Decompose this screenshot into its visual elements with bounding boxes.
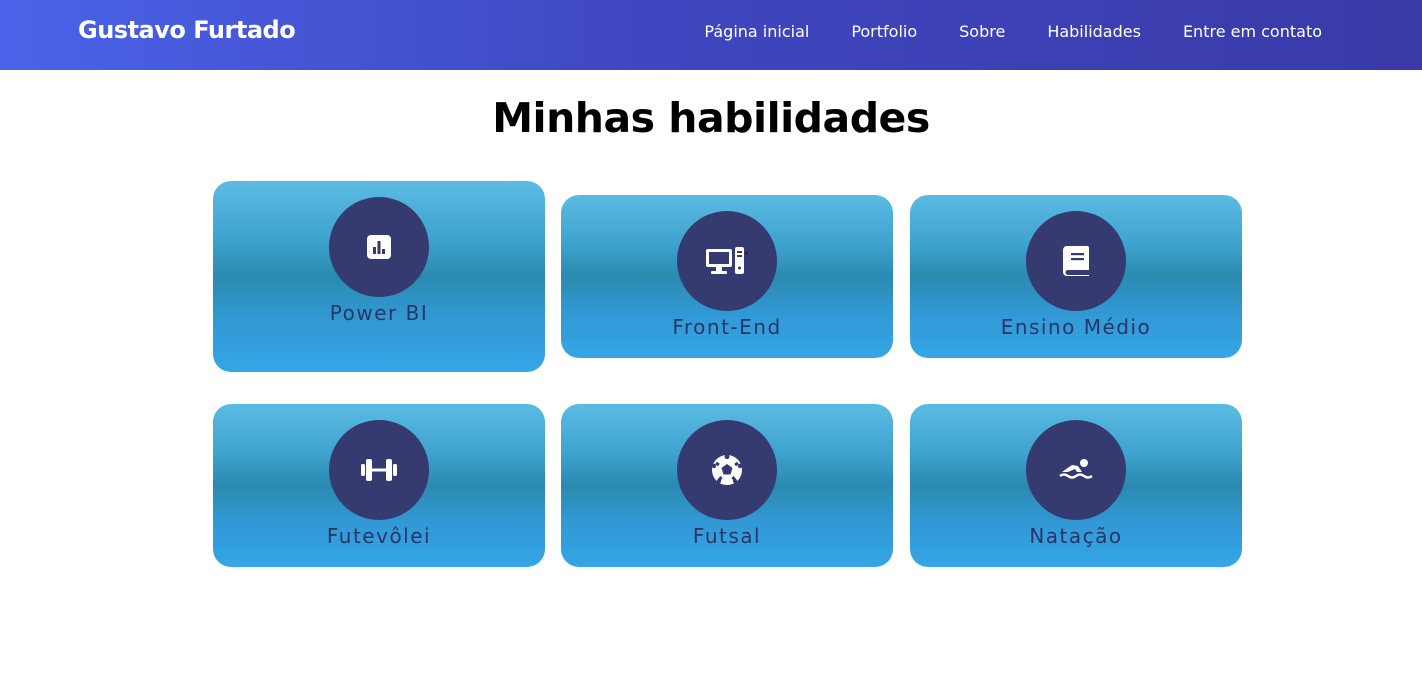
skill-card-power-bi[interactable]: Power BI <box>213 181 545 372</box>
skill-icon-circle <box>1026 211 1126 311</box>
nav-link-about[interactable]: Sobre <box>959 22 1005 41</box>
skill-card-front-end[interactable]: Front-End <box>561 195 893 358</box>
skill-label: Futsal <box>692 524 762 548</box>
chart-icon <box>367 235 391 259</box>
soccer-ball-icon <box>711 454 743 485</box>
skill-icon-circle <box>1026 420 1126 520</box>
nav-link-contact[interactable]: Entre em contato <box>1183 22 1322 41</box>
nav-link-home[interactable]: Página inicial <box>704 22 809 41</box>
skill-card-natacao[interactable]: Natação <box>910 404 1242 567</box>
nav-link-skills[interactable]: Habilidades <box>1047 22 1141 41</box>
page-title: Minhas habilidades <box>492 94 930 142</box>
main-nav: Página inicial Portfolio Sobre Habilidad… <box>662 22 1322 41</box>
skill-card-futsal[interactable]: Futsal <box>561 404 893 567</box>
dumbbell-icon <box>361 459 397 481</box>
skill-card-futevolei[interactable]: Futevôlei <box>213 404 545 567</box>
skill-label: Natação <box>1029 524 1123 548</box>
site-header: Gustavo Furtado Página inicial Portfolio… <box>0 0 1422 70</box>
skill-label: Futevôlei <box>326 524 432 548</box>
skill-label: Front-End <box>672 315 782 339</box>
skill-icon-circle <box>677 420 777 520</box>
swimmer-icon <box>1059 459 1093 479</box>
skill-icon-circle <box>329 197 429 297</box>
skill-icon-circle <box>677 211 777 311</box>
skill-label: Ensino Médio <box>1000 315 1152 339</box>
skill-icon-circle <box>329 420 429 520</box>
nav-link-portfolio[interactable]: Portfolio <box>851 22 917 41</box>
book-icon <box>1063 246 1089 276</box>
skill-card-ensino-medio[interactable]: Ensino Médio <box>910 195 1242 358</box>
computer-icon <box>706 247 748 274</box>
skill-label: Power BI <box>329 301 429 325</box>
site-brand[interactable]: Gustavo Furtado <box>78 16 296 44</box>
